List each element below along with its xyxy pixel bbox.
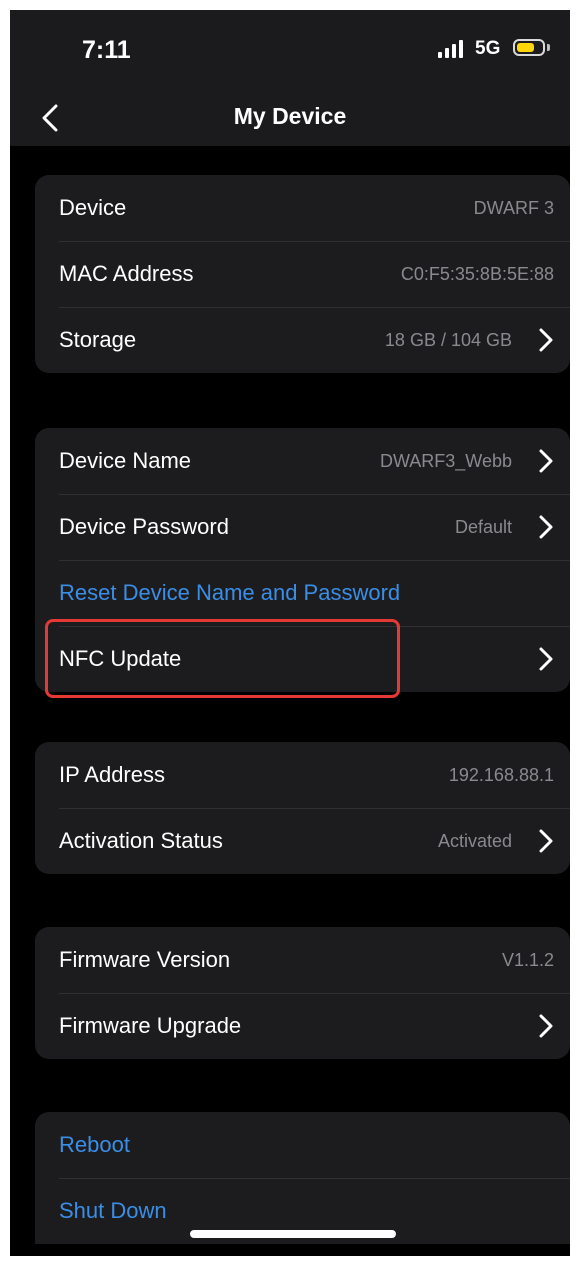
shut-down-button[interactable]: Shut Down [59, 1198, 167, 1224]
storage-label: Storage [59, 327, 137, 352]
firmware-version-label: Firmware Version [59, 947, 231, 972]
status-bar: 7:11 5G [10, 10, 570, 90]
activation-status-label: Activation Status [59, 828, 223, 853]
reboot-button[interactable]: Reboot [59, 1132, 130, 1158]
activation-status-row[interactable]: Activation Status Activated [35, 808, 570, 874]
page-title: My Device [233, 103, 347, 129]
device-row: Device DWARF 3 [35, 175, 570, 241]
device-password-value: Default [454, 517, 512, 537]
network-card: IP Address 192.168.88.1 Activation Statu… [35, 742, 570, 874]
reboot-row[interactable]: Reboot [35, 1112, 570, 1178]
device-name-row[interactable]: Device Name DWARF3_Webb [35, 428, 570, 494]
chevron-right-icon [539, 515, 553, 539]
mac-address-value: C0:F5:35:8B:5E:88 [400, 264, 554, 284]
signal-icon [438, 40, 468, 58]
chevron-right-icon [539, 1014, 553, 1038]
ip-address-label: IP Address [59, 762, 165, 787]
device-password-row[interactable]: Device Password Default [35, 494, 570, 560]
firmware-version-row: Firmware Version V1.1.2 [35, 927, 570, 993]
reset-name-password-link[interactable]: Reset Device Name and Password [59, 580, 400, 606]
firmware-upgrade-row[interactable]: Firmware Upgrade [35, 993, 570, 1059]
device-value: DWARF 3 [473, 198, 554, 218]
power-card: Reboot Shut Down [35, 1112, 570, 1244]
battery-tip-icon [547, 44, 550, 51]
reset-name-password-row[interactable]: Reset Device Name and Password [35, 560, 570, 626]
device-name-value: DWARF3_Webb [379, 451, 512, 471]
device-label: Device [59, 195, 127, 220]
ip-address-value: 192.168.88.1 [448, 765, 554, 785]
storage-value: 18 GB / 104 GB [384, 330, 512, 350]
storage-row[interactable]: Storage 18 GB / 104 GB [35, 307, 570, 373]
firmware-upgrade-label: Firmware Upgrade [59, 1013, 242, 1038]
mac-address-row: MAC Address C0:F5:35:8B:5E:88 [35, 241, 570, 307]
chevron-right-icon [539, 829, 553, 853]
home-indicator[interactable] [190, 1230, 396, 1238]
battery-icon [513, 39, 545, 56]
chevron-right-icon [539, 328, 553, 352]
firmware-card: Firmware Version V1.1.2 Firmware Upgrade [35, 927, 570, 1059]
device-name-label: Device Name [59, 448, 192, 473]
device-info-card: Device DWARF 3 MAC Address C0:F5:35:8B:5… [35, 175, 570, 373]
status-time: 7:11 [82, 36, 131, 64]
network-type: 5G [475, 38, 501, 59]
firmware-version-value: V1.1.2 [501, 950, 554, 970]
nav-bar: My Device [10, 90, 570, 146]
phone-screen: 7:11 5G My Device Device DWARF 3 MAC Add… [10, 10, 570, 1256]
chevron-right-icon [539, 449, 553, 473]
ip-address-row: IP Address 192.168.88.1 [35, 742, 570, 808]
device-password-label: Device Password [59, 514, 229, 539]
activation-status-value: Activated [437, 831, 512, 851]
highlight-annotation-box [45, 619, 400, 698]
chevron-right-icon [539, 647, 553, 671]
mac-address-label: MAC Address [59, 261, 194, 286]
